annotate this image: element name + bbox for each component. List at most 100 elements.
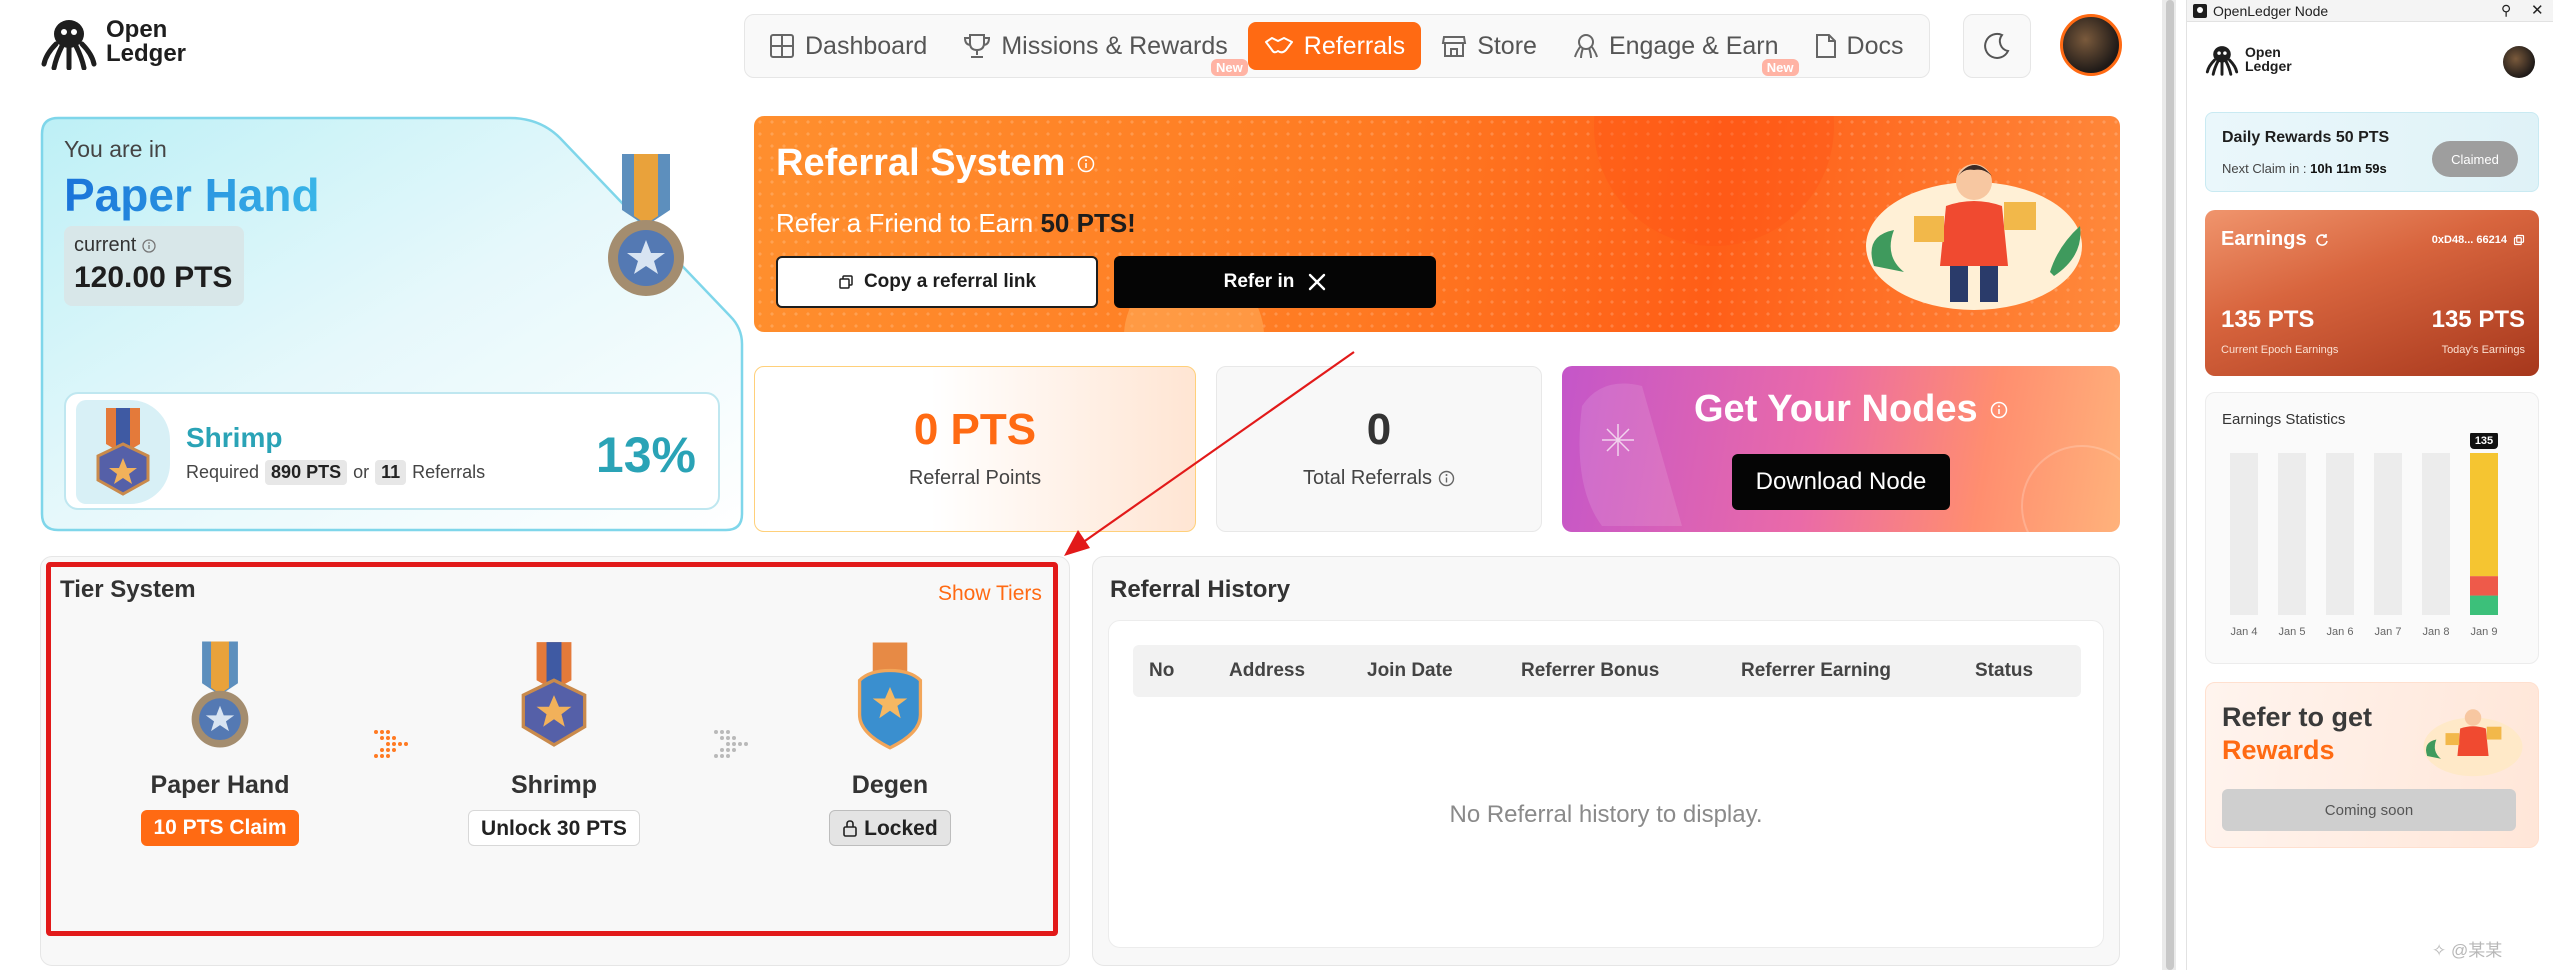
bar-jan-9[interactable] [2470, 576, 2498, 596]
nav-dashboard[interactable]: Dashboard [753, 22, 943, 70]
unlock-30-pts-button[interactable]: Unlock 30 PTS [468, 810, 640, 846]
user-avatar[interactable] [2060, 14, 2122, 76]
rank-you-are-in: You are in [64, 136, 167, 162]
next-tier-name: Shrimp [186, 422, 283, 453]
copy-icon[interactable] [2513, 234, 2525, 246]
info-icon[interactable] [1990, 401, 2008, 419]
copy-referral-link-button[interactable]: Copy a referral link [776, 256, 1098, 308]
today-earnings-value: 135 PTS [2431, 306, 2525, 333]
main-scrollbar-thumb[interactable] [2166, 0, 2174, 970]
chevron-arrow-icon [714, 730, 748, 758]
x-tick-label: Jan 7 [2375, 626, 2402, 638]
pin-icon[interactable]: ⚲ [2501, 2, 2511, 19]
column-header-join-date: Join Date [1367, 660, 1453, 681]
bar-track [2278, 453, 2306, 615]
nav-referrals[interactable]: Referrals [1247, 22, 1422, 70]
or-label: or [353, 462, 370, 482]
side-user-avatar[interactable] [2503, 46, 2535, 78]
logo[interactable]: Open Ledger [40, 14, 186, 70]
nav-missions-rewards[interactable]: Missions & Rewards New [947, 22, 1248, 76]
nav-engage-earn[interactable]: Engage & Earn New [1557, 22, 1799, 76]
earnings-statistics-title: Earnings Statistics [2222, 411, 2346, 428]
copy-referral-link-label: Copy a referral link [863, 271, 1037, 292]
banner-subtitle-text: Refer a Friend to Earn [776, 208, 1041, 238]
next-claim-countdown: 10h 11m 59s [2310, 161, 2387, 176]
referral-points-card: 0 PTS Referral Points [754, 366, 1196, 532]
nav-docs-label: Docs [1846, 31, 1904, 60]
x-tick-label: Jan 8 [2423, 626, 2450, 638]
bar-jan-9[interactable] [2470, 453, 2498, 577]
claim-10-pts-button[interactable]: 10 PTS Claim [141, 810, 299, 846]
refer-in-x-button[interactable]: Refer in [1114, 256, 1436, 308]
nav-store[interactable]: Store [1425, 22, 1553, 70]
tier-item-paper-hand: Paper Hand 10 PTS Claim [100, 640, 340, 846]
theme-toggle-button[interactable] [1963, 14, 2031, 78]
next-tier-medal-backdrop [76, 400, 170, 504]
referral-illustration [2423, 709, 2523, 777]
referral-points-label: Referral Points [908, 467, 1042, 489]
banner-subtitle: Refer a Friend to Earn 50 PTS! [776, 208, 1136, 239]
chevron-arrow-icon [374, 730, 408, 758]
next-claim-label: Next Claim in : [2222, 161, 2311, 176]
x-tick-label: Jan 9 [2471, 626, 2498, 638]
referrals-label: Referrals [412, 462, 486, 482]
doc-icon [1815, 34, 1836, 58]
earnings-bar-chart: Jan 4 Jan 5 Jan 6 Jan 7 Jan 8 135 Jan 9 [2230, 433, 2498, 638]
bar-jan-9[interactable] [2470, 595, 2498, 615]
x-tick-label: Jan 5 [2279, 626, 2306, 638]
extension-window-title: OpenLedger Node [2213, 3, 2329, 19]
tier-name: Shrimp [510, 771, 598, 799]
tier-system-title: Tier System [60, 576, 196, 603]
degen-medal-icon [857, 642, 923, 750]
extension-app-icon [2193, 4, 2207, 18]
refer-title-line1: Refer to get [2222, 702, 2373, 732]
nav-docs[interactable]: Docs [1799, 22, 1920, 70]
next-claim-row: Next Claim in : 10h 11m 59s [2222, 161, 2387, 176]
info-icon[interactable] [1438, 470, 1455, 487]
x-tick-label: Jan 4 [2231, 626, 2258, 638]
refer-rewards-card: Refer to get Rewards Coming soon [2205, 682, 2539, 848]
extension-side-panel: OpenLedger Node ⚲ ✕ Open Ledger Daily Re… [2186, 0, 2553, 970]
refresh-icon[interactable] [2315, 233, 2329, 247]
referral-banner: Referral System Refer a Friend to Earn 5… [754, 116, 2120, 332]
octopus-icon [1573, 34, 1598, 59]
x-tick-label: Jan 6 [2327, 626, 2354, 638]
total-referrals-label: Total Referrals [1303, 467, 1432, 489]
side-logo-line2: Ledger [2245, 58, 2292, 74]
rank-card: You are in Paper Hand current 120.00 PTS [40, 116, 744, 532]
next-tier-requirement: Required 890 PTS or 11 Referrals [186, 460, 485, 485]
tier-name: Degen [851, 771, 929, 799]
total-referrals-value: 0 [1366, 405, 1392, 454]
store-icon [1442, 36, 1467, 57]
refer-in-label: Refer in [1223, 271, 1295, 292]
current-label-row: current [74, 234, 234, 257]
column-header-no: No [1149, 660, 1175, 681]
octopus-logo-icon [41, 20, 97, 70]
nav-engage-label: Engage & Earn [1608, 31, 1779, 60]
locked-badge: Locked [829, 810, 951, 846]
close-icon[interactable]: ✕ [2531, 1, 2544, 19]
download-node-button[interactable]: Download Node [1732, 454, 1950, 510]
current-points-box: current 120.00 PTS [64, 226, 244, 306]
column-header-referrer-bonus: Referrer Bonus [1521, 660, 1660, 681]
coming-soon-button[interactable]: Coming soon [2222, 789, 2516, 831]
moon-icon [1984, 32, 2010, 59]
wallet-address: 0xD48... 66214 [2431, 234, 2507, 246]
get-nodes-card: Get Your Nodes Download Node [1562, 366, 2120, 532]
show-tiers-link[interactable]: Show Tiers [938, 582, 1042, 606]
info-icon[interactable] [1077, 155, 1095, 173]
referral-illustration [1866, 164, 2082, 310]
refer-title-line2: Rewards [2222, 735, 2335, 765]
octopus-logo-icon [2205, 46, 2239, 76]
table-header-row: No Address Join Date Referrer Bonus Refe… [1133, 645, 2081, 697]
nav-referrals-label: Referrals [1303, 31, 1406, 60]
claimed-button[interactable]: Claimed [2432, 141, 2518, 177]
shrimp-medal-icon [96, 408, 150, 496]
daily-rewards-title: Daily Rewards 50 PTS [2222, 129, 2390, 146]
bar-track [2230, 453, 2258, 615]
earnings-title: Earnings [2221, 228, 2329, 251]
bar-track [2422, 453, 2450, 615]
info-icon[interactable] [142, 238, 156, 253]
side-logo-line1: Open [2245, 44, 2281, 60]
shrimp-medal-icon [521, 642, 587, 747]
